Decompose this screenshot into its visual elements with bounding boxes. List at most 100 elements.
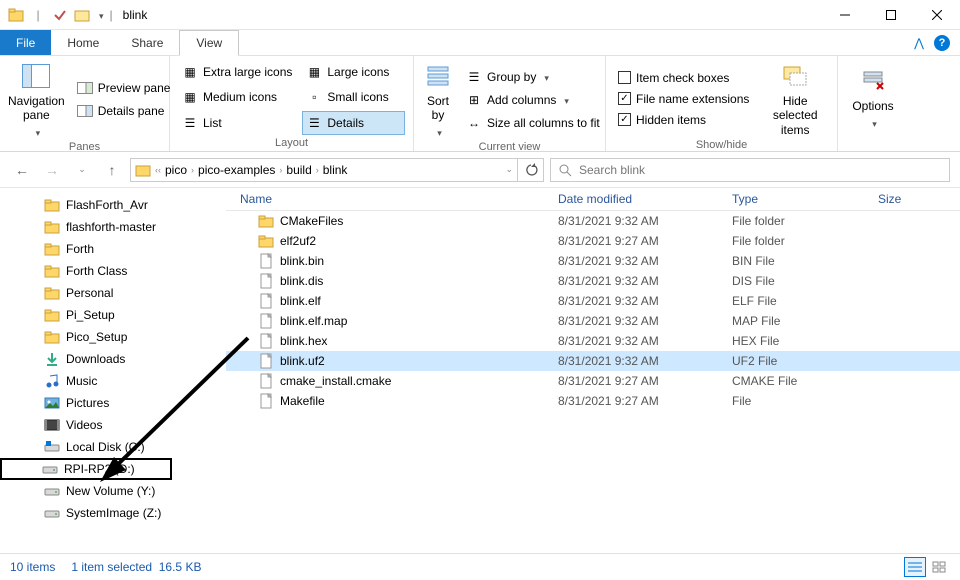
col-date[interactable]: Date modified: [558, 192, 732, 206]
details-icon: ☰: [306, 115, 322, 131]
size-columns-button[interactable]: ↔Size all columns to fit: [462, 113, 604, 133]
file-row[interactable]: blink.dis8/31/2021 9:32 AMDIS File: [226, 271, 960, 291]
tree-item[interactable]: Music: [0, 370, 226, 392]
file-row[interactable]: blink.elf.map8/31/2021 9:32 AMMAP File: [226, 311, 960, 331]
tab-view[interactable]: View: [179, 30, 239, 56]
sort-by-button[interactable]: Sort by: [422, 60, 454, 139]
window-title: blink: [113, 8, 148, 22]
col-size[interactable]: Size: [878, 192, 938, 206]
folder-icon: [44, 307, 60, 323]
file-row[interactable]: blink.elf8/31/2021 9:32 AMELF File: [226, 291, 960, 311]
refresh-button[interactable]: [518, 158, 544, 182]
file-icon: [258, 313, 274, 329]
ribbon-collapse-icon[interactable]: ⋀: [914, 36, 924, 50]
tree-item[interactable]: Pico_Setup: [0, 326, 226, 348]
close-button[interactable]: [914, 0, 960, 30]
search-input[interactable]: Search blink: [550, 158, 950, 182]
tree-item[interactable]: Forth: [0, 238, 226, 260]
selection-info: 1 item selected 16.5 KB: [71, 560, 201, 574]
titlebar: | | blink: [0, 0, 960, 30]
folder-icon: [44, 241, 60, 257]
recent-locations[interactable]: ⌄: [70, 158, 94, 182]
layout-small[interactable]: ▫Small icons: [302, 86, 405, 110]
layout-medium[interactable]: ▦Medium icons: [178, 86, 296, 110]
file-row[interactable]: elf2uf28/31/2021 9:27 AMFile folder: [226, 231, 960, 251]
group-by-button[interactable]: ☰Group by: [462, 67, 604, 87]
crumb-blink[interactable]: blink: [323, 163, 348, 177]
crumb-pico[interactable]: pico›: [165, 163, 196, 177]
size-columns-icon: ↔: [466, 115, 482, 131]
tree-item[interactable]: flashforth-master: [0, 216, 226, 238]
layout-list[interactable]: ☰List: [178, 111, 296, 135]
tab-share[interactable]: Share: [115, 30, 179, 55]
tree-item[interactable]: RPI-RP2 (D:): [0, 458, 172, 480]
thumbnails-view-toggle[interactable]: [928, 557, 950, 577]
add-columns-button[interactable]: ⊞Add columns: [462, 90, 604, 110]
folder-icon: [258, 233, 274, 249]
crumb-pico-examples[interactable]: pico-examples›: [198, 163, 284, 177]
show-hide-group-label: Show/hide: [614, 137, 829, 151]
preview-pane-button[interactable]: Preview pane: [73, 78, 175, 98]
details-pane-icon: [77, 103, 93, 119]
sm-icons-icon: ▫: [306, 89, 322, 105]
tree-item[interactable]: SystemImage (Z:): [0, 502, 226, 524]
layout-group-label: Layout: [178, 135, 405, 149]
col-type[interactable]: Type: [732, 192, 878, 206]
lg-icons-icon: ▦: [306, 64, 322, 80]
item-check-boxes-toggle[interactable]: Item check boxes: [614, 69, 753, 87]
qat-sep: |: [30, 7, 46, 23]
tree-item[interactable]: New Volume (Y:): [0, 480, 226, 502]
minimize-button[interactable]: [822, 0, 868, 30]
tree-item[interactable]: Videos: [0, 414, 226, 436]
add-columns-icon: ⊞: [466, 92, 482, 108]
details-view-toggle[interactable]: [904, 557, 926, 577]
nav-tree[interactable]: FlashForth_Avrflashforth-masterForthFort…: [0, 188, 226, 553]
tree-item[interactable]: Local Disk (C:): [0, 436, 226, 458]
drive-icon: [44, 505, 60, 521]
file-extensions-toggle[interactable]: ✓File name extensions: [614, 90, 753, 108]
current-view-group-label: Current view: [422, 139, 597, 153]
file-icon: [258, 253, 274, 269]
folder-icon: [44, 329, 60, 345]
tree-item[interactable]: Personal: [0, 282, 226, 304]
col-name[interactable]: Name: [240, 192, 558, 206]
qat-new-folder-icon[interactable]: [74, 7, 90, 23]
downloads-icon: [44, 351, 60, 367]
options-icon: [857, 65, 889, 97]
file-row[interactable]: blink.uf28/31/2021 9:32 AMUF2 File: [226, 351, 960, 371]
tree-item[interactable]: Pictures: [0, 392, 226, 414]
tree-item[interactable]: FlashForth_Avr: [0, 194, 226, 216]
file-row[interactable]: blink.bin8/31/2021 9:32 AMBIN File: [226, 251, 960, 271]
options-button[interactable]: Options: [846, 60, 900, 135]
details-pane-button[interactable]: Details pane: [73, 101, 175, 121]
back-button[interactable]: ←: [10, 158, 34, 182]
drive-icon: [44, 483, 60, 499]
maximize-button[interactable]: [868, 0, 914, 30]
file-row[interactable]: blink.hex8/31/2021 9:32 AMHEX File: [226, 331, 960, 351]
file-menu[interactable]: File: [0, 30, 51, 55]
hidden-items-toggle[interactable]: ✓Hidden items: [614, 111, 753, 129]
tree-item[interactable]: Pi_Setup: [0, 304, 226, 326]
forward-button[interactable]: →: [40, 158, 64, 182]
tab-home[interactable]: Home: [51, 30, 115, 55]
layout-extra-large[interactable]: ▦Extra large icons: [178, 60, 296, 84]
hide-selected-button[interactable]: Hide selected items: [761, 60, 829, 137]
help-icon[interactable]: ?: [934, 35, 950, 51]
file-icon: [258, 293, 274, 309]
file-row[interactable]: cmake_install.cmake8/31/2021 9:27 AMCMAK…: [226, 371, 960, 391]
drive-win-icon: [44, 439, 60, 455]
qat-dropdown-icon[interactable]: [96, 8, 104, 22]
crumb-build[interactable]: build›: [286, 163, 320, 177]
layout-details[interactable]: ☰Details: [302, 111, 405, 135]
layout-large[interactable]: ▦Large icons: [302, 60, 405, 84]
panes-group-label: Panes: [8, 139, 161, 153]
column-headers[interactable]: Name Date modified Type Size: [226, 188, 960, 211]
tree-item[interactable]: Downloads: [0, 348, 226, 370]
file-row[interactable]: CMakeFiles8/31/2021 9:32 AMFile folder: [226, 211, 960, 231]
qat-properties-icon[interactable]: [52, 7, 68, 23]
navigation-pane-button[interactable]: Navigation pane: [8, 60, 65, 139]
file-row[interactable]: Makefile8/31/2021 9:27 AMFile: [226, 391, 960, 411]
up-button[interactable]: ↑: [100, 158, 124, 182]
breadcrumb[interactable]: ‹‹ pico› pico-examples› build› blink ⌄: [130, 158, 518, 182]
tree-item[interactable]: Forth Class: [0, 260, 226, 282]
